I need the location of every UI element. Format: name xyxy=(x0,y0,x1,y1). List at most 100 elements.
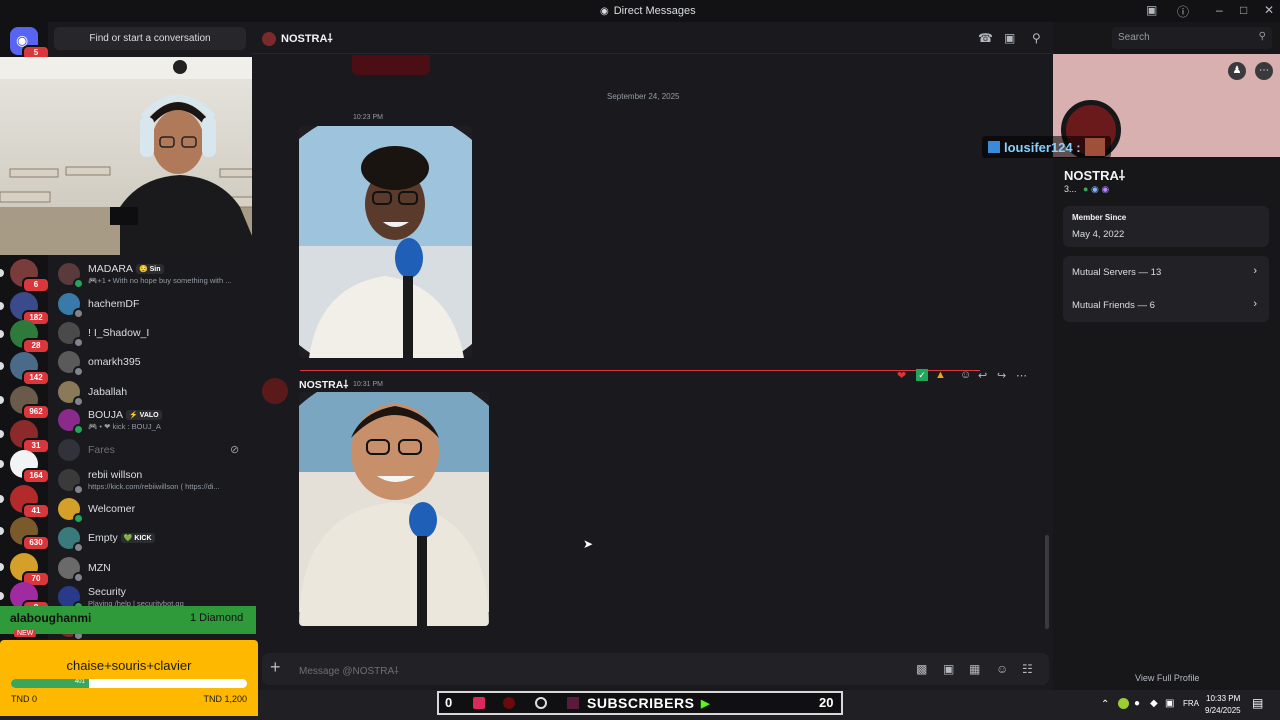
chat-area: NOSTRA⸸ ☎ ▣ ⚲ ♟ ◉ September 24, 2025 10:… xyxy=(252,22,1095,720)
mutual-servers-row[interactable]: Mutual Servers — 13 › xyxy=(1063,256,1269,289)
tray-app-icon[interactable] xyxy=(1118,698,1129,709)
stream-chat-message: lousifer124 : xyxy=(982,136,1111,158)
window-title: ◉ Direct Messages xyxy=(600,5,696,17)
apps-icon[interactable]: ☷ xyxy=(1022,662,1033,676)
blocked-icon: ⊘ xyxy=(230,444,240,456)
server-icon[interactable]: 164 xyxy=(0,450,50,484)
message-image[interactable] xyxy=(299,392,489,626)
dm-item[interactable]: Welcomer xyxy=(58,494,246,524)
dm-name: MZN xyxy=(88,562,111,574)
chat-badge-icon xyxy=(988,141,1000,153)
dm-name: omarkh395 xyxy=(88,356,141,368)
chat-scrollbar[interactable] xyxy=(1045,535,1049,629)
inbox-icon[interactable]: ▣ xyxy=(1146,3,1157,17)
sticker-icon[interactable]: ▦ xyxy=(969,662,980,676)
dm-item[interactable]: Empty 💚 KICK xyxy=(58,523,246,553)
view-full-profile-link[interactable]: View Full Profile xyxy=(1135,673,1199,683)
server-icon[interactable]: 630 xyxy=(0,517,50,551)
new-messages-divider xyxy=(300,370,980,371)
pin-icon[interactable]: ⚲ xyxy=(1032,31,1041,45)
dm-name: MADARA 😌 Sin xyxy=(88,263,164,275)
chat-emote-icon xyxy=(1084,138,1105,156)
dm-item[interactable]: BOUJA ⚡ VALO 🎮 • ❤ kick : BOUJ_A xyxy=(58,405,246,435)
network-icon[interactable]: ▣ xyxy=(1165,698,1174,709)
video-call-icon[interactable]: ▣ xyxy=(1004,31,1015,45)
author-avatar[interactable] xyxy=(262,378,288,404)
server-icon[interactable]: 28 xyxy=(0,320,50,354)
user-tag: ⚡ VALO xyxy=(126,410,162,420)
server-icon[interactable]: 31 xyxy=(0,420,50,454)
minimize-button[interactable]: – xyxy=(1216,3,1223,17)
message-image[interactable] xyxy=(299,126,472,358)
dm-item[interactable]: omarkh395 xyxy=(58,347,246,377)
unread-indicator xyxy=(0,362,4,370)
kick-icon: ▶ xyxy=(701,698,710,710)
add-friend-icon[interactable]: ♟ xyxy=(1228,62,1246,80)
server-icon[interactable]: 142 xyxy=(0,352,50,386)
fire-reaction-icon[interactable]: ▲ xyxy=(935,369,946,381)
dm-item[interactable]: MADARA 😌 Sin 🎮+1 • With no hope buy someth… xyxy=(58,259,246,289)
server-icon[interactable]: 70 xyxy=(0,553,50,587)
unread-indicator xyxy=(0,592,4,600)
message-author[interactable]: NOSTRA⸸ xyxy=(299,378,348,392)
date-divider: September 24, 2025 xyxy=(607,92,680,101)
clock-time[interactable]: 10:33 PM xyxy=(1206,694,1240,703)
dm-avatar xyxy=(262,31,276,46)
profile-more-icon[interactable]: ⋯ xyxy=(1255,62,1273,80)
server-icon[interactable]: 6 xyxy=(0,259,50,293)
maximize-button[interactable]: □ xyxy=(1240,3,1247,17)
unread-indicator xyxy=(0,527,4,535)
attach-plus-icon[interactable]: + xyxy=(270,657,281,678)
mention-badge: 6 xyxy=(22,277,50,293)
dm-item[interactable]: Jaballah xyxy=(58,377,246,407)
home-button[interactable]: ◉ 5 xyxy=(10,27,50,61)
forward-icon[interactable]: ↪ xyxy=(997,369,1006,382)
chevron-right-icon: › xyxy=(1253,298,1257,310)
status-indicator xyxy=(73,424,84,435)
dm-item[interactable]: rebii willson https://kick.com/rebiiwills… xyxy=(58,465,246,495)
help-icon[interactable]: ⓘ xyxy=(1177,3,1189,20)
dm-item[interactable]: hachemDF xyxy=(58,289,246,319)
microphone-icon[interactable]: ● xyxy=(1134,698,1140,709)
message-input[interactable]: Message @NOSTRA⸸ xyxy=(299,663,399,677)
gift-icon[interactable]: ▩ xyxy=(916,662,927,676)
unread-indicator xyxy=(0,495,4,503)
profile-status: 3... ● ◉ ◉ xyxy=(1064,184,1110,194)
previous-image[interactable] xyxy=(352,55,430,75)
location-icon[interactable]: ◆ xyxy=(1150,698,1158,709)
dm-name: rebii willson xyxy=(88,469,143,481)
server-icon[interactable]: 962 xyxy=(0,386,50,420)
dm-item[interactable]: Fares ⊘ xyxy=(58,435,246,463)
podcast-man-image xyxy=(299,392,489,626)
reply-icon[interactable]: ↩ xyxy=(978,369,987,382)
language-indicator[interactable]: FRA xyxy=(1183,699,1199,708)
emoji-icon[interactable]: ☺ xyxy=(996,662,1008,676)
dm-name: Jaballah xyxy=(88,386,128,398)
gif-icon[interactable]: ▣ xyxy=(943,662,954,676)
voice-call-icon[interactable]: ☎ xyxy=(978,31,993,45)
find-conversation-button[interactable]: Find or start a conversation xyxy=(54,27,246,50)
heart-reaction-icon[interactable]: ❤ xyxy=(897,369,906,382)
mouse-cursor: ➤ xyxy=(583,537,594,551)
mutual-friends-row[interactable]: Mutual Friends — 6 › xyxy=(1063,289,1269,322)
notifications-icon[interactable]: ▤ xyxy=(1252,696,1263,710)
dm-item[interactable]: ! I_Shadow_I xyxy=(58,318,246,348)
search-input[interactable]: Search ⚲ xyxy=(1112,27,1272,49)
dm-item[interactable]: MZN xyxy=(58,553,246,583)
server-icon[interactable]: 41 xyxy=(0,485,50,519)
more-options-icon[interactable]: ⋯ xyxy=(1016,369,1027,382)
clock-date[interactable]: 9/24/2025 xyxy=(1205,706,1241,715)
add-reaction-icon[interactable]: ☺ xyxy=(960,369,971,381)
server-icon[interactable]: 182 xyxy=(0,292,50,326)
unread-indicator xyxy=(0,396,4,404)
platform-icon xyxy=(535,697,547,709)
tray-chevron-icon[interactable]: ⌃ xyxy=(1101,699,1109,710)
unread-indicator xyxy=(0,460,4,468)
youtube-icon xyxy=(503,697,515,709)
title-bar: ◉ Direct Messages ▣ ⓘ – □ ✕ xyxy=(0,0,1280,22)
dm-name: Empty 💚 KICK xyxy=(88,532,155,544)
check-reaction-icon[interactable]: ✓ xyxy=(916,369,928,381)
dm-name: Security xyxy=(88,586,126,598)
close-button[interactable]: ✕ xyxy=(1264,3,1274,17)
chevron-right-icon: › xyxy=(1253,265,1257,277)
